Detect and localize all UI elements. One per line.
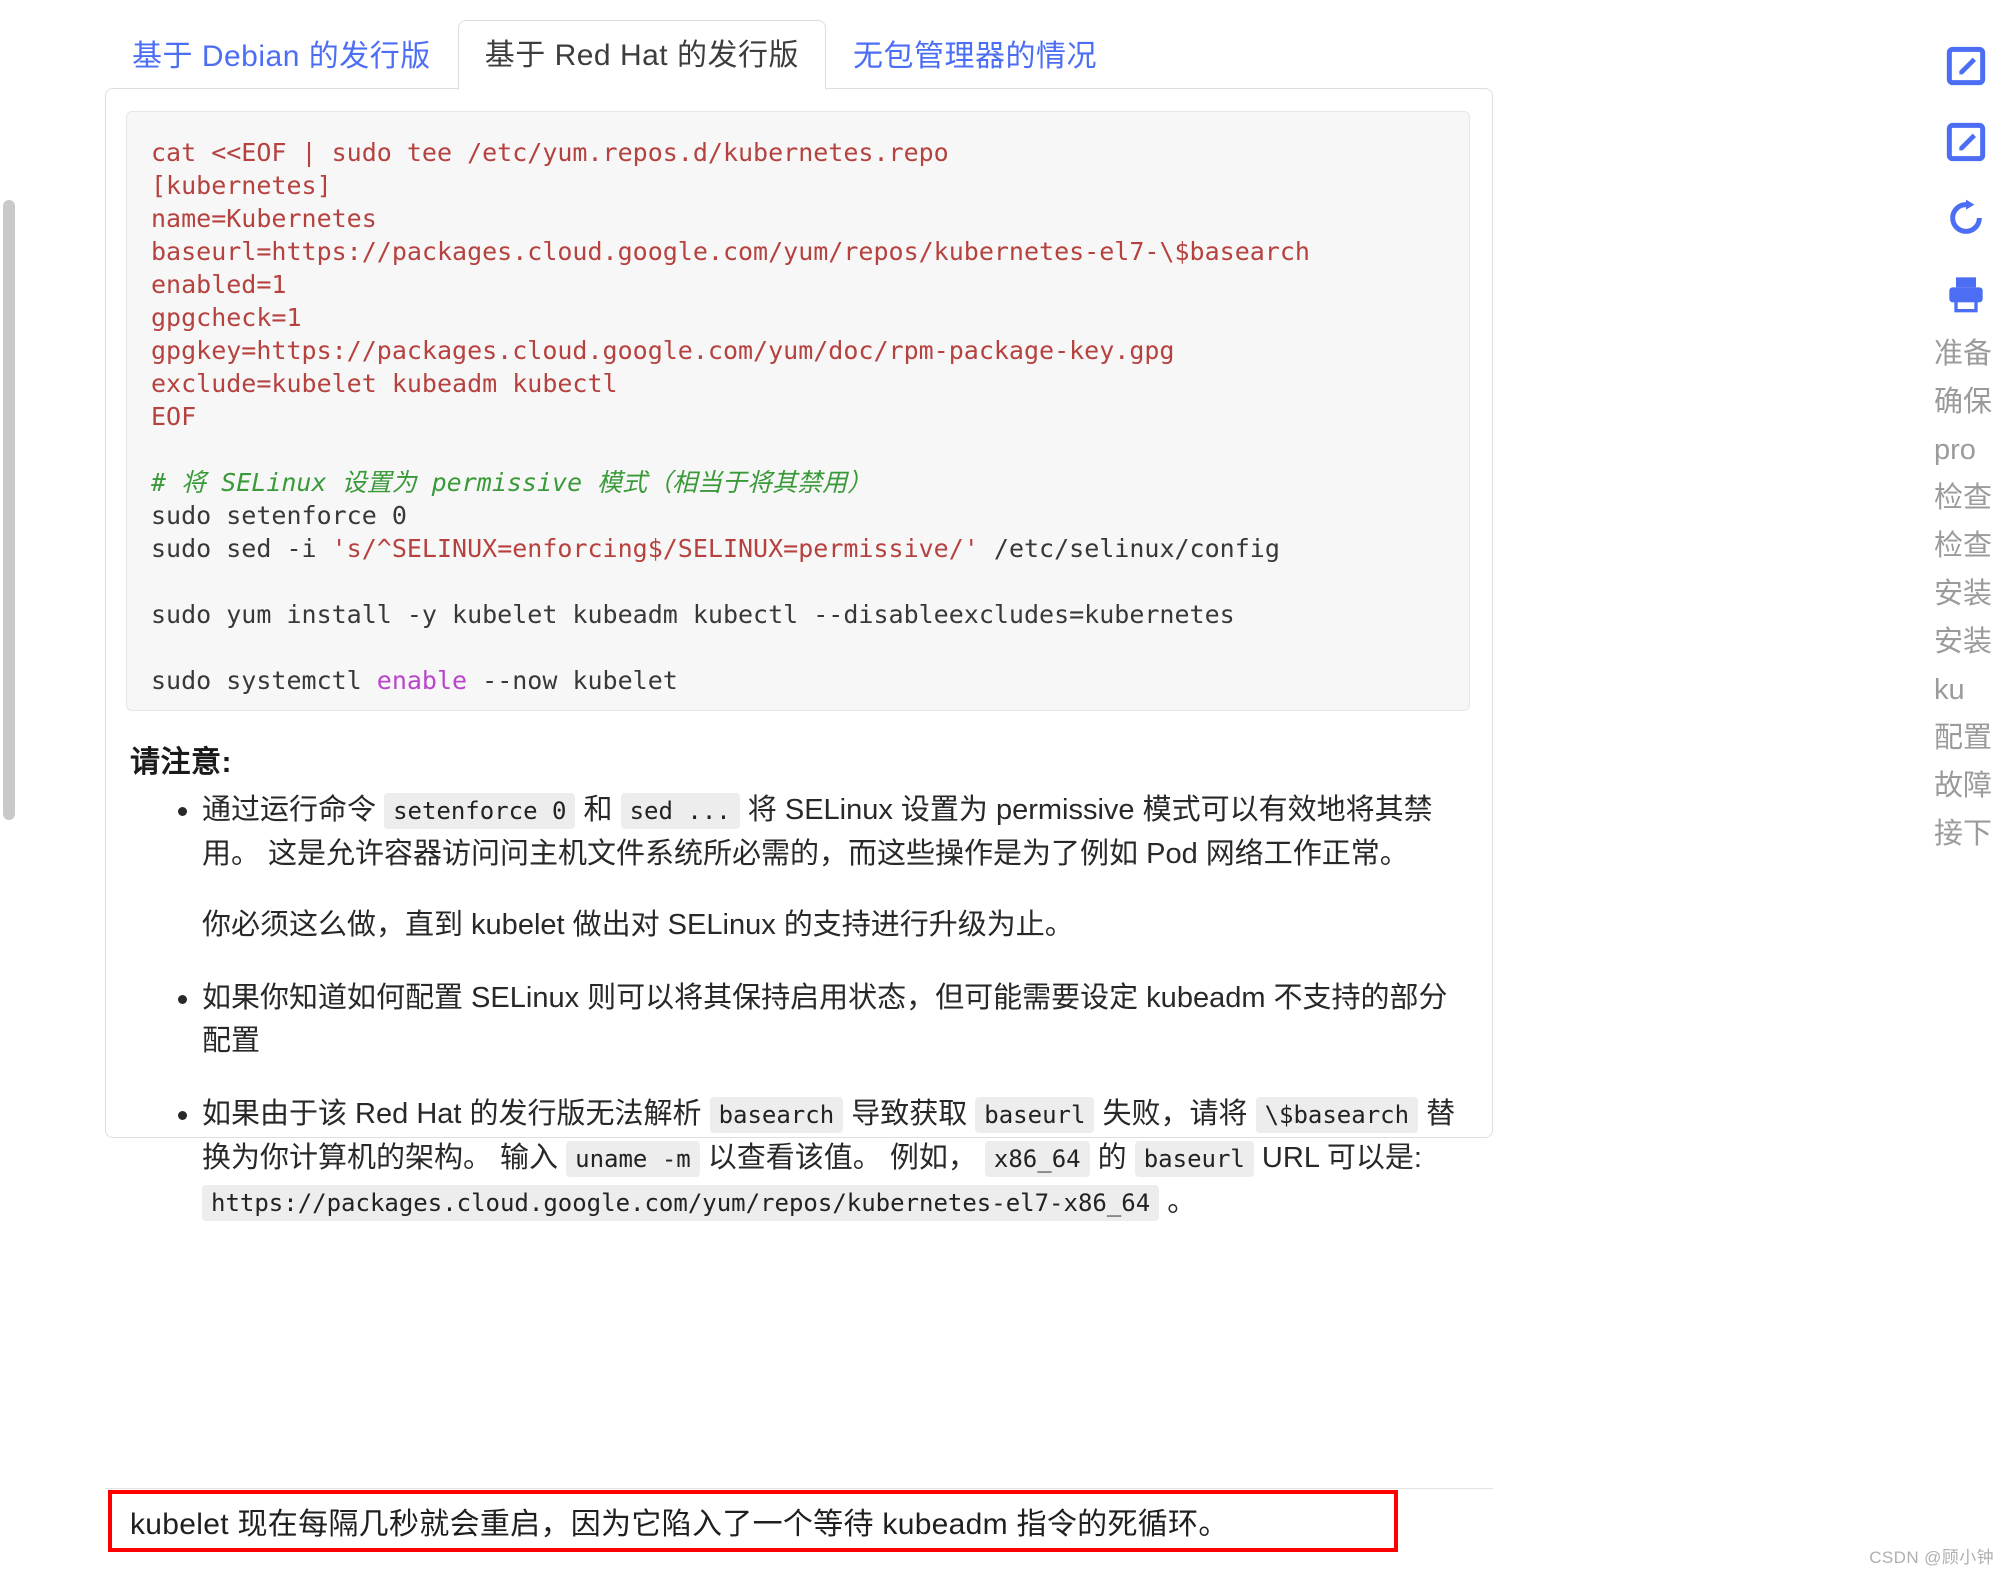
inline-code: uname -m: [566, 1141, 700, 1177]
edit-square-icon[interactable]: [1946, 46, 1986, 86]
code-token: baseurl=https://packages.cloud.google.co…: [151, 237, 1310, 266]
toc-item[interactable]: 确保: [1934, 378, 2008, 426]
note-text: 通过运行命令: [202, 794, 384, 826]
note-bullet: 如果由于该 Red Hat 的发行版无法解析 basearch 导致获取 bas…: [130, 1093, 1470, 1225]
edit-square-icon[interactable]: [1946, 122, 1986, 162]
code-text: cat <<EOF | sudo tee /etc/yum.repos.d/ku…: [151, 136, 1445, 697]
code-token: cat <<EOF | sudo tee /etc/yum.repos.d/ku…: [151, 138, 949, 167]
tab-content-card: cat <<EOF | sudo tee /etc/yum.repos.d/ku…: [105, 88, 1493, 1138]
inline-code: baseurl: [1135, 1141, 1254, 1177]
code-token: /etc/selinux/config: [979, 534, 1280, 563]
callout-text: kubelet 现在每隔几秒就会重启，因为它陷入了一个等待 kubeadm 指令…: [130, 1499, 1229, 1543]
note-sub-paragraph: 你必须这么做，直到 kubelet 做出对 SELinux 的支持进行升级为止。: [202, 904, 1470, 947]
note-text: 如果你知道如何配置 SELinux 则可以将其保持启用状态，但可能需要设定 ku…: [202, 982, 1448, 1057]
highlighted-callout-box: kubelet 现在每隔几秒就会重启，因为它陷入了一个等待 kubeadm 指令…: [108, 1490, 1398, 1552]
code-token: sudo sed -i: [151, 534, 332, 563]
note-heading: 请注意:: [130, 737, 232, 781]
toc-item[interactable]: ku: [1934, 666, 2008, 714]
note-bullet: 如果你知道如何配置 SELinux 则可以将其保持启用状态，但可能需要设定 ku…: [130, 977, 1470, 1063]
code-token: sudo setenforce 0: [151, 501, 407, 530]
code-token: gpgcheck=1: [151, 303, 302, 332]
note-text: 的: [1090, 1142, 1135, 1174]
toc-item[interactable]: 故障: [1934, 762, 2008, 810]
toc-item[interactable]: 检查: [1934, 474, 2008, 522]
print-icon[interactable]: [1946, 274, 1986, 314]
bottom-divider: [105, 1488, 1493, 1489]
code-token: EOF: [151, 402, 196, 431]
right-side-panel: 准备确保pro检查检查安装安装ku配置故障接下: [1920, 0, 2008, 1576]
code-token: # 将 SELinux 设置为 permissive 模式（相当于将其禁用）: [151, 468, 872, 497]
toc-item[interactable]: 准备: [1934, 330, 2008, 378]
code-token: exclude=kubelet kubeadm kubectl: [151, 369, 618, 398]
right-toc-list: 准备确保pro检查检查安装安装ku配置故障接下: [1934, 330, 2008, 858]
toc-item[interactable]: 安装: [1934, 618, 2008, 666]
toc-item[interactable]: 接下: [1934, 810, 2008, 858]
code-token: 's/^SELINUX=enforcing$/SELINUX=permissiv…: [332, 534, 979, 563]
note-text: URL 可以是:: [1254, 1142, 1422, 1174]
toc-item[interactable]: 安装: [1934, 570, 2008, 618]
code-token: sudo systemctl: [151, 666, 377, 695]
toc-item[interactable]: 检查: [1934, 522, 2008, 570]
toc-item[interactable]: 配置: [1934, 714, 2008, 762]
code-block[interactable]: cat <<EOF | sudo tee /etc/yum.repos.d/ku…: [126, 111, 1470, 711]
code-token: --now kubelet: [467, 666, 678, 695]
code-token: enable: [377, 666, 467, 695]
code-token: enabled=1: [151, 270, 286, 299]
inline-code: setenforce 0: [384, 793, 575, 829]
code-token: [kubernetes]: [151, 171, 332, 200]
inline-code: x86_64: [985, 1141, 1090, 1177]
note-text: 。: [1159, 1186, 1196, 1218]
tab-bar: 基于 Debian 的发行版 基于 Red Hat 的发行版 无包管理器的情况: [105, 18, 1495, 90]
inline-code: \$basearch: [1256, 1097, 1419, 1133]
toc-item[interactable]: pro: [1934, 426, 2008, 474]
note-text: 失败，请将: [1094, 1098, 1255, 1130]
note-text: 如果由于该 Red Hat 的发行版无法解析: [202, 1098, 710, 1130]
note-text: 导致获取: [843, 1098, 975, 1130]
note-text: 和: [575, 794, 620, 826]
document-column: 基于 Debian 的发行版 基于 Red Hat 的发行版 无包管理器的情况 …: [20, 0, 1920, 1576]
inline-code: basearch: [710, 1097, 844, 1133]
note-list: 通过运行命令 setenforce 0 和 sed ... 将 SELinux …: [130, 789, 1470, 1255]
left-scrollbar[interactable]: [0, 0, 20, 1576]
right-icon-strip: [1946, 46, 2008, 350]
watermark: CSDN @顾小钟: [1869, 1543, 1994, 1568]
code-token: sudo yum install -y kubelet kubeadm kube…: [151, 600, 1235, 629]
inline-code: baseurl: [975, 1097, 1094, 1133]
inline-code: https://packages.cloud.google.com/yum/re…: [202, 1185, 1159, 1221]
scrollbar-thumb[interactable]: [3, 200, 15, 820]
tab-debian[interactable]: 基于 Debian 的发行版: [105, 21, 458, 90]
tab-no-package-manager[interactable]: 无包管理器的情况: [826, 21, 1124, 90]
code-token: name=Kubernetes: [151, 204, 377, 233]
inline-code: sed ...: [621, 793, 740, 829]
tab-redhat[interactable]: 基于 Red Hat 的发行版: [458, 20, 826, 90]
note-bullet: 通过运行命令 setenforce 0 和 sed ... 将 SELinux …: [130, 789, 1470, 947]
code-token: gpgkey=https://packages.cloud.google.com…: [151, 336, 1175, 365]
note-text: 以查看该值。 例如，: [700, 1142, 985, 1174]
refresh-icon[interactable]: [1946, 198, 1986, 238]
